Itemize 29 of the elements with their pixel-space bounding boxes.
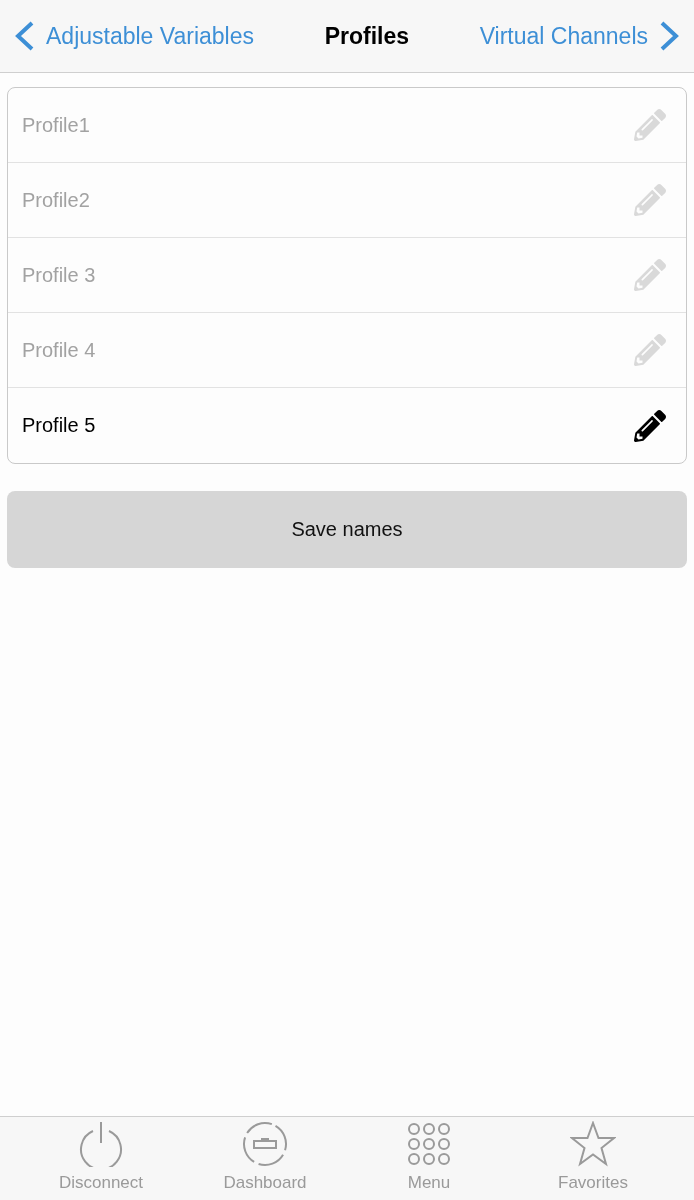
chevron-right-icon (658, 20, 680, 52)
tab-label: Favorites (558, 1173, 628, 1193)
profile-name: Profile 3 (22, 263, 96, 287)
save-button[interactable]: Save names (7, 491, 687, 568)
profile-row[interactable]: Profile2 (8, 163, 686, 238)
tab-item[interactable]: Dashboard (183, 1117, 347, 1200)
pencil-icon[interactable] (634, 409, 666, 442)
tab-item[interactable]: Disconnect (19, 1117, 183, 1200)
power-icon (78, 1121, 124, 1167)
profile-row[interactable]: Profile 4 (8, 313, 686, 388)
profile-name: Profile 4 (22, 338, 96, 362)
star-icon (570, 1121, 616, 1167)
profile-row[interactable]: Profile 3 (8, 238, 686, 313)
dashboard-icon (242, 1121, 288, 1167)
profile-row[interactable]: Profile 5 (8, 388, 686, 463)
back-link[interactable]: Adjustable Variables (14, 20, 254, 52)
forward-link[interactable]: Virtual Channels (479, 20, 680, 52)
profile-name: Profile 5 (22, 414, 96, 437)
profile-name: Profile2 (22, 188, 90, 212)
page-title: Profiles (324, 22, 409, 50)
tab-label: Menu (407, 1173, 451, 1193)
tab-item[interactable]: Favorites (511, 1117, 675, 1200)
tab-label: Dashboard (223, 1173, 307, 1193)
tab-item[interactable]: Menu (347, 1117, 511, 1200)
grid-icon (406, 1121, 452, 1167)
chevron-left-icon (14, 20, 36, 52)
tab-label: Disconnect (58, 1173, 144, 1193)
profile-name: Profile1 (22, 113, 90, 137)
profile-row[interactable]: Profile1 (8, 88, 686, 163)
